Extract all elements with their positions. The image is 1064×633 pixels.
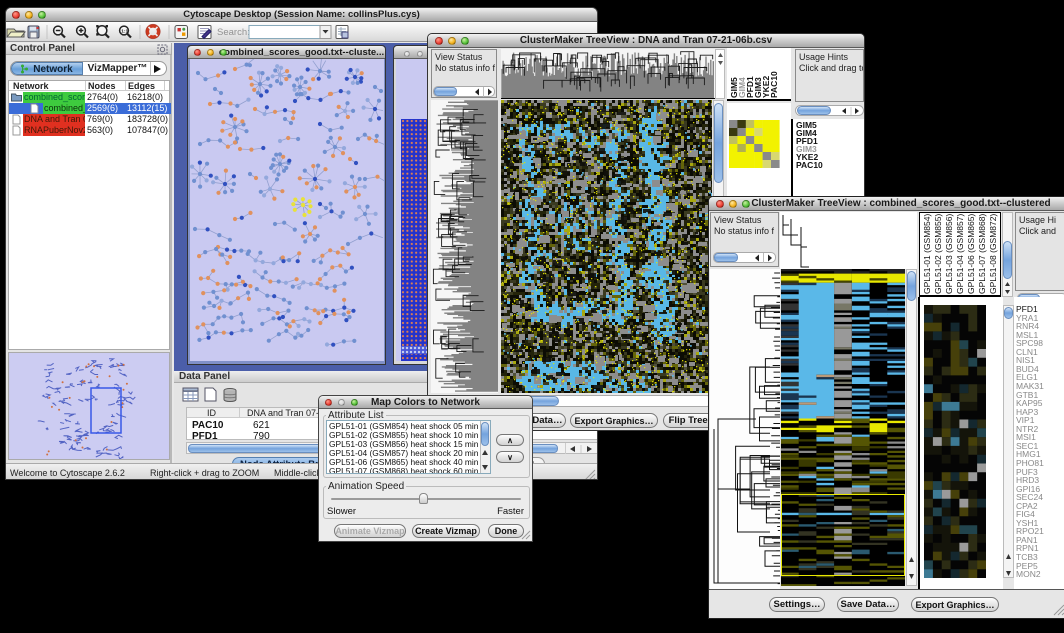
svg-text:Search:: Search:: [217, 27, 250, 38]
svg-text:1:1: 1:1: [121, 29, 128, 35]
